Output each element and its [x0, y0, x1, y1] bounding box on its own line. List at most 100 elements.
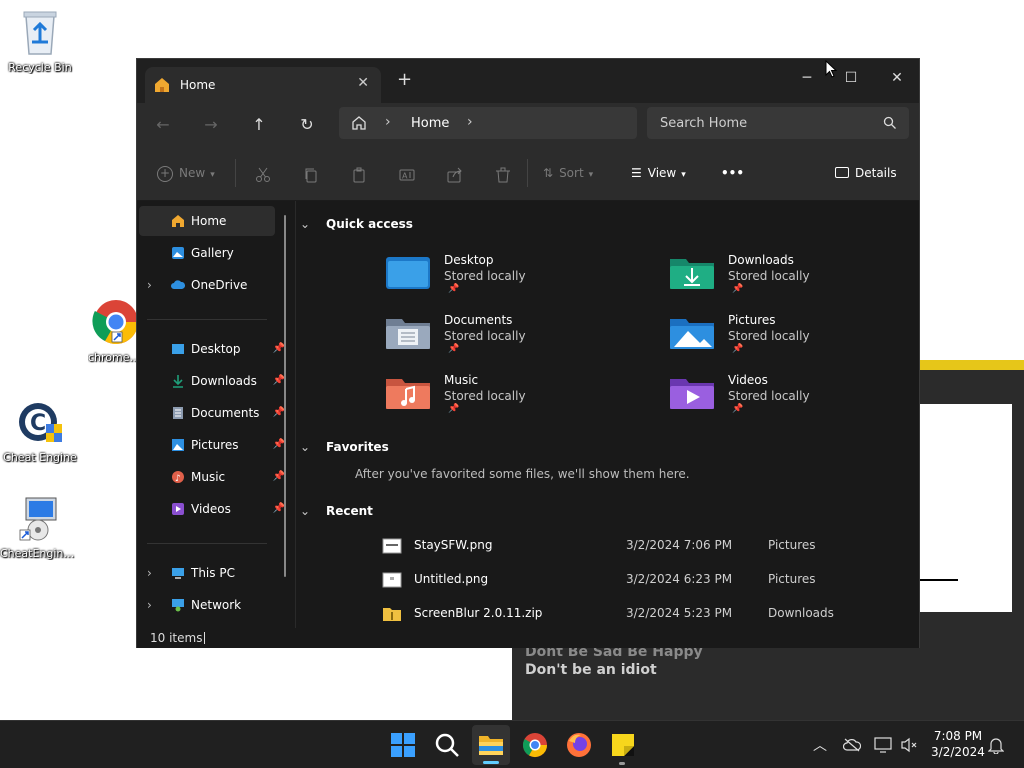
close-button[interactable]: ✕ [877, 64, 917, 92]
open-indicator [619, 762, 625, 765]
chevron-down-icon[interactable]: ⌄ [300, 440, 310, 454]
recent-row[interactable]: ScreenBlur 2.0.11.zip 3/2/2024 5:23 PM D… [382, 602, 902, 626]
address-bar[interactable]: › Home › [339, 107, 637, 139]
home-outline-icon [352, 116, 366, 130]
share-icon[interactable] [447, 165, 463, 185]
chevron-right-icon[interactable]: › [147, 270, 152, 300]
recent-row[interactable]: Untitled.png 3/2/2024 6:23 PM Pictures [382, 568, 902, 592]
sidebar-item-label: OneDrive [191, 278, 248, 292]
sidebar-item-label: Music [191, 470, 226, 484]
tab-home[interactable]: Home ✕ [145, 67, 381, 103]
quick-access-item-desktop[interactable]: Desktop Stored locally 📌 [386, 253, 636, 303]
sidebar-item-onedrive[interactable]: › OneDrive [139, 270, 275, 300]
quick-access-item-videos[interactable]: Videos Stored locally 📌 [670, 373, 920, 423]
forward-button[interactable]: → [199, 113, 223, 137]
desktop-icon-cheat-engine[interactable]: C Cheat Engine [0, 398, 80, 464]
pin-icon: 📌 [448, 344, 460, 354]
breadcrumb-home[interactable]: Home [411, 116, 449, 131]
desktop-icon-recycle-bin[interactable]: Recycle Bin [0, 8, 80, 74]
details-label: Details [855, 166, 897, 180]
maximize-button[interactable]: ☐ [831, 64, 871, 92]
search-icon [883, 116, 896, 129]
onedrive-offline-icon[interactable] [843, 738, 861, 752]
refresh-button[interactable]: ↻ [295, 113, 319, 137]
quick-access-sub: Stored locally [444, 389, 526, 403]
quick-access-sub: Stored locally [728, 329, 810, 343]
sidebar-item-pictures[interactable]: Pictures 📌 [139, 430, 285, 460]
minimize-button[interactable]: ─ [787, 64, 827, 92]
quick-access-item-pictures[interactable]: Pictures Stored locally 📌 [670, 313, 920, 363]
title-bar[interactable]: Home ✕ + ─ ☐ ✕ [137, 59, 919, 103]
copy-icon[interactable] [303, 165, 319, 185]
sidebar-item-label: Home [191, 214, 227, 228]
chevron-up-icon[interactable]: ︿ [813, 735, 827, 755]
windows-start-icon[interactable] [389, 731, 417, 759]
delete-icon[interactable] [495, 165, 511, 185]
chrome-icon [92, 300, 138, 344]
file-explorer-window[interactable]: Home ✕ + ─ ☐ ✕ ← → ↑ ↻ › Home › Search H… [136, 58, 920, 648]
pictures-folder-icon [670, 319, 714, 349]
firefox-icon[interactable] [565, 731, 593, 759]
recent-header[interactable]: ⌄ Recent [300, 504, 373, 518]
clock-time: 7:08 PM [933, 729, 983, 743]
chrome-icon[interactable] [521, 731, 549, 759]
up-button[interactable]: ↑ [247, 113, 271, 137]
sort-button[interactable]: ⇅ Sort ▾ [543, 163, 593, 183]
quick-access-name: Downloads [728, 253, 794, 267]
search-input[interactable]: Search Home [647, 107, 909, 139]
display-icon[interactable] [874, 737, 892, 753]
cut-icon[interactable] [255, 165, 271, 185]
desktop-folder-icon [386, 257, 430, 289]
breadcrumb-sep-2[interactable]: › [467, 114, 473, 130]
quick-access-header[interactable]: ⌄ Quick access [300, 217, 413, 231]
more-options-button[interactable]: ••• [721, 163, 744, 183]
quick-access-item-music[interactable]: Music Stored locally 📌 [386, 373, 636, 423]
sidebar-scrollbar[interactable] [284, 215, 286, 577]
chevron-down-icon: ▾ [588, 170, 594, 180]
chevron-right-icon[interactable]: › [147, 590, 152, 620]
sidebar-item-documents[interactable]: Documents 📌 [139, 398, 285, 428]
sidebar-item-gallery[interactable]: Gallery [139, 238, 275, 268]
pin-icon: 📌 [448, 284, 460, 294]
sidebar-item-music[interactable]: ♪ Music 📌 [139, 462, 285, 492]
sidebar-item-this-pc[interactable]: › This PC [139, 558, 275, 588]
quick-access-name: Pictures [728, 313, 776, 327]
new-button[interactable]: + New ▾ [157, 163, 215, 183]
chevron-down-icon[interactable]: ⌄ [300, 504, 310, 518]
quick-access-item-documents[interactable]: Documents Stored locally 📌 [386, 313, 636, 363]
active-indicator [483, 761, 499, 764]
notification-bell-icon[interactable] [988, 736, 1004, 754]
file-explorer-taskbar-button[interactable] [472, 725, 510, 765]
desktop-icon-cheat-engine-installer[interactable]: CheatEngine... [0, 494, 80, 560]
breadcrumb-sep-1[interactable]: › [385, 114, 391, 130]
gallery-icon [172, 247, 184, 259]
search-icon[interactable] [433, 731, 461, 759]
favorites-header[interactable]: ⌄ Favorites [300, 440, 389, 454]
recent-file-location: Downloads [768, 606, 834, 620]
back-button[interactable]: ← [151, 113, 175, 137]
tab-close-icon[interactable]: ✕ [357, 75, 369, 91]
chevron-right-icon[interactable]: › [147, 558, 152, 588]
view-label: View [647, 166, 677, 180]
sidebar-item-home[interactable]: Home [139, 206, 275, 236]
music-folder-icon [386, 379, 430, 409]
details-button[interactable]: Details [835, 163, 897, 183]
sidebar-item-downloads[interactable]: Downloads 📌 [139, 366, 285, 396]
recent-row[interactable]: StaySFW.png 3/2/2024 7:06 PM Pictures [382, 534, 902, 558]
sidebar-item-videos[interactable]: Videos 📌 [139, 494, 285, 524]
quick-access-item-downloads[interactable]: Downloads Stored locally 📌 [670, 253, 920, 303]
view-button[interactable]: ☰ View ▾ [631, 163, 686, 183]
sidebar-item-desktop[interactable]: Desktop 📌 [139, 334, 285, 364]
sidebar-item-network[interactable]: › Network [139, 590, 275, 620]
paste-icon[interactable] [351, 165, 367, 185]
clock[interactable]: 7:08 PM 3/2/2024 [928, 728, 988, 760]
svg-text:A: A [402, 172, 408, 181]
new-tab-button[interactable]: + [397, 71, 412, 89]
recent-title: Recent [326, 504, 373, 518]
chevron-down-icon[interactable]: ⌄ [300, 217, 310, 231]
quick-access-name: Desktop [444, 253, 494, 267]
sticky-notes-taskbar-button[interactable] [609, 731, 637, 765]
volume-muted-icon[interactable] [900, 737, 918, 753]
sticky-notes-icon [612, 734, 634, 756]
rename-icon[interactable]: A [399, 165, 415, 185]
